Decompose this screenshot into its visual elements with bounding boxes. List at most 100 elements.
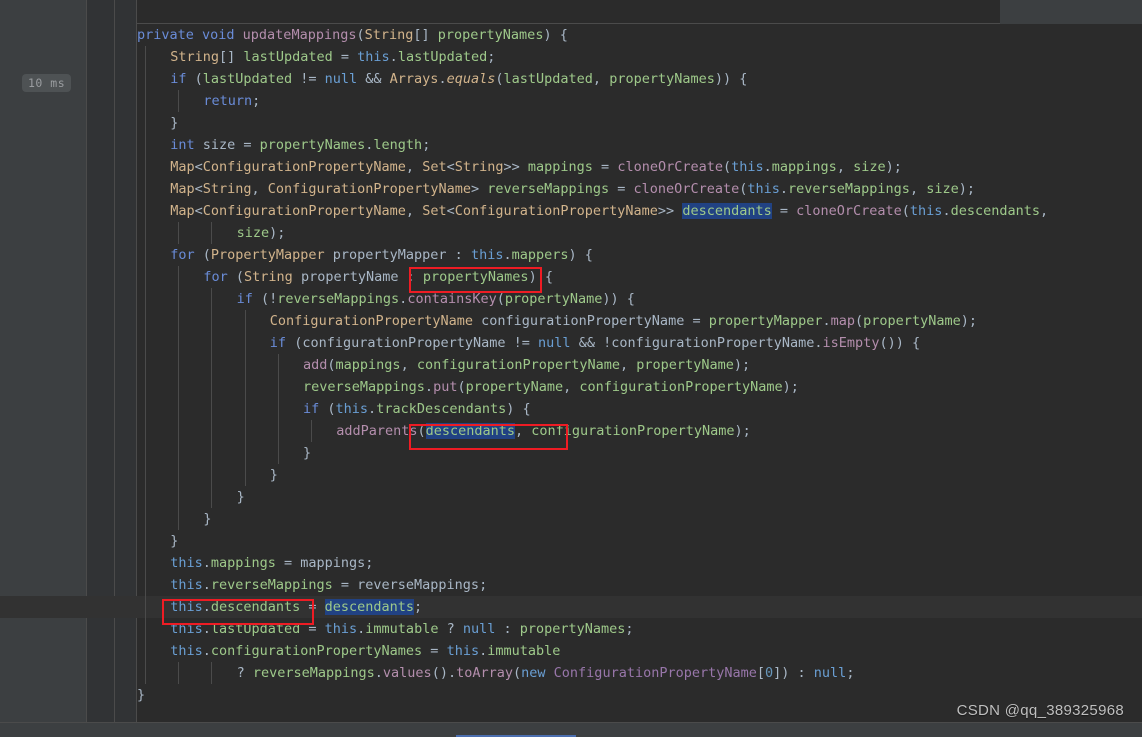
- code-token: propertyNames: [519, 621, 626, 637]
- code-token: (: [901, 203, 910, 219]
- code-token: addParents: [336, 423, 418, 439]
- code-token: );: [269, 225, 286, 241]
- code-line[interactable]: add(mappings, configurationPropertyName,…: [0, 354, 1142, 376]
- indent-guide: [211, 420, 213, 442]
- code-token: .: [202, 621, 211, 637]
- code-line[interactable]: return;: [0, 90, 1142, 112]
- code-token: []: [218, 49, 244, 65]
- code-token: lastUpdated: [202, 71, 293, 87]
- code-token: );: [782, 379, 799, 395]
- code-token: int: [170, 137, 195, 153]
- code-line[interactable]: for (PropertyMapper propertyMapper : thi…: [0, 244, 1142, 266]
- code-token: if: [269, 335, 287, 351]
- code-token: Set: [422, 159, 447, 175]
- code-line-text: }: [170, 530, 178, 552]
- code-line[interactable]: if (configurationPropertyName != null &&…: [0, 332, 1142, 354]
- code-token: (: [194, 247, 211, 263]
- code-line[interactable]: }: [0, 442, 1142, 464]
- code-token: values: [382, 665, 432, 681]
- code-line[interactable]: Map<String, ConfigurationPropertyName> r…: [0, 178, 1142, 200]
- code-token: propertyMapper :: [324, 247, 471, 263]
- code-line[interactable]: }: [0, 530, 1142, 552]
- indent-guide: [178, 464, 180, 486]
- code-line[interactable]: for (String propertyName : propertyNames…: [0, 266, 1142, 288]
- indent-guide: [178, 222, 180, 244]
- code-line[interactable]: reverseMappings.put(propertyName, config…: [0, 376, 1142, 398]
- code-line[interactable]: private void updateMappings(String[] pro…: [0, 24, 1142, 46]
- code-token: String: [202, 181, 252, 197]
- editor-bottom-strip: [0, 722, 1142, 737]
- code-line-text: int size = propertyNames.length;: [170, 134, 430, 156]
- code-token: )) {: [602, 291, 635, 307]
- code-line[interactable]: }: [0, 486, 1142, 508]
- code-line[interactable]: String[] lastUpdated = this.lastUpdated;: [0, 46, 1142, 68]
- code-token: ) {: [543, 27, 568, 43]
- code-token: ()) {: [879, 335, 921, 351]
- code-token: :: [495, 621, 520, 637]
- code-token: descendants: [324, 599, 415, 615]
- code-content[interactable]: private void updateMappings(String[] pro…: [0, 24, 1142, 737]
- code-line[interactable]: ConfigurationPropertyName configurationP…: [0, 310, 1142, 332]
- indent-guide: [211, 464, 213, 486]
- code-token: );: [960, 313, 977, 329]
- code-line-text: reverseMappings.put(propertyName, config…: [303, 376, 799, 398]
- code-line[interactable]: if (lastUpdated != null && Arrays.equals…: [0, 68, 1142, 90]
- code-token: =: [609, 181, 634, 197]
- code-token: lastUpdated: [397, 49, 488, 65]
- indent-guide: [145, 552, 146, 574]
- code-token: .: [942, 203, 951, 219]
- code-token: this: [446, 643, 480, 659]
- code-token: Map: [170, 181, 195, 197]
- code-token: ,: [592, 71, 610, 87]
- code-line-text: add(mappings, configurationPropertyName,…: [303, 354, 750, 376]
- indent-guide: [244, 420, 246, 442]
- code-line[interactable]: this.descendants = descendants;: [0, 596, 1142, 618]
- code-token: <: [446, 159, 455, 175]
- code-line[interactable]: Map<ConfigurationPropertyName, Set<Confi…: [0, 200, 1142, 222]
- code-token: String: [170, 49, 219, 65]
- code-line-text: return;: [203, 90, 260, 112]
- code-token: =: [332, 49, 358, 65]
- code-line[interactable]: if (this.trackDescendants) {: [0, 398, 1142, 420]
- indent-guide: [178, 398, 180, 420]
- indent-guide: [244, 398, 246, 420]
- code-line[interactable]: }: [0, 464, 1142, 486]
- code-line[interactable]: ? reverseMappings.values().toArray(new C…: [0, 662, 1142, 684]
- code-line[interactable]: }: [0, 112, 1142, 134]
- code-line[interactable]: int size = propertyNames.length;: [0, 134, 1142, 156]
- code-line[interactable]: this.lastUpdated = this.immutable ? null…: [0, 618, 1142, 640]
- code-line[interactable]: Map<ConfigurationPropertyName, Set<Strin…: [0, 156, 1142, 178]
- code-line[interactable]: addParents(descendants, configurationPro…: [0, 420, 1142, 442]
- code-token: ;: [487, 49, 496, 65]
- code-token: ;: [252, 93, 261, 109]
- code-line[interactable]: }: [0, 508, 1142, 530]
- code-token: <: [194, 159, 203, 175]
- indent-guide: [211, 288, 213, 310]
- code-token: propertyName: [465, 379, 564, 395]
- code-token: .: [374, 665, 383, 681]
- code-token: =: [300, 621, 325, 637]
- indent-guide: [211, 332, 213, 354]
- code-line[interactable]: this.mappings = mappings;: [0, 552, 1142, 574]
- code-line[interactable]: this.reverseMappings = reverseMappings;: [0, 574, 1142, 596]
- code-token: size: [236, 225, 270, 241]
- code-token: this: [909, 203, 943, 219]
- code-token: (: [227, 269, 245, 285]
- indent-guide: [145, 376, 146, 398]
- editor-top-strip: [137, 0, 1142, 24]
- indent-guide: [244, 354, 246, 376]
- code-token: =: [592, 159, 618, 175]
- code-token: ,: [400, 357, 417, 373]
- code-token: (: [457, 379, 466, 395]
- code-line[interactable]: this.configurationPropertyNames = this.i…: [0, 640, 1142, 662]
- code-token: ,: [405, 159, 423, 175]
- code-line[interactable]: size);: [0, 222, 1142, 244]
- indent-guide: [145, 310, 146, 332]
- code-line[interactable]: if (!reverseMappings.containsKey(propert…: [0, 288, 1142, 310]
- code-token: trackDescendants: [376, 401, 507, 417]
- indent-guide: [211, 222, 213, 244]
- code-token: immutable: [365, 621, 439, 637]
- code-token: &&: [357, 71, 390, 87]
- code-line-text: this.reverseMappings = reverseMappings;: [170, 574, 487, 596]
- code-token: );: [734, 423, 751, 439]
